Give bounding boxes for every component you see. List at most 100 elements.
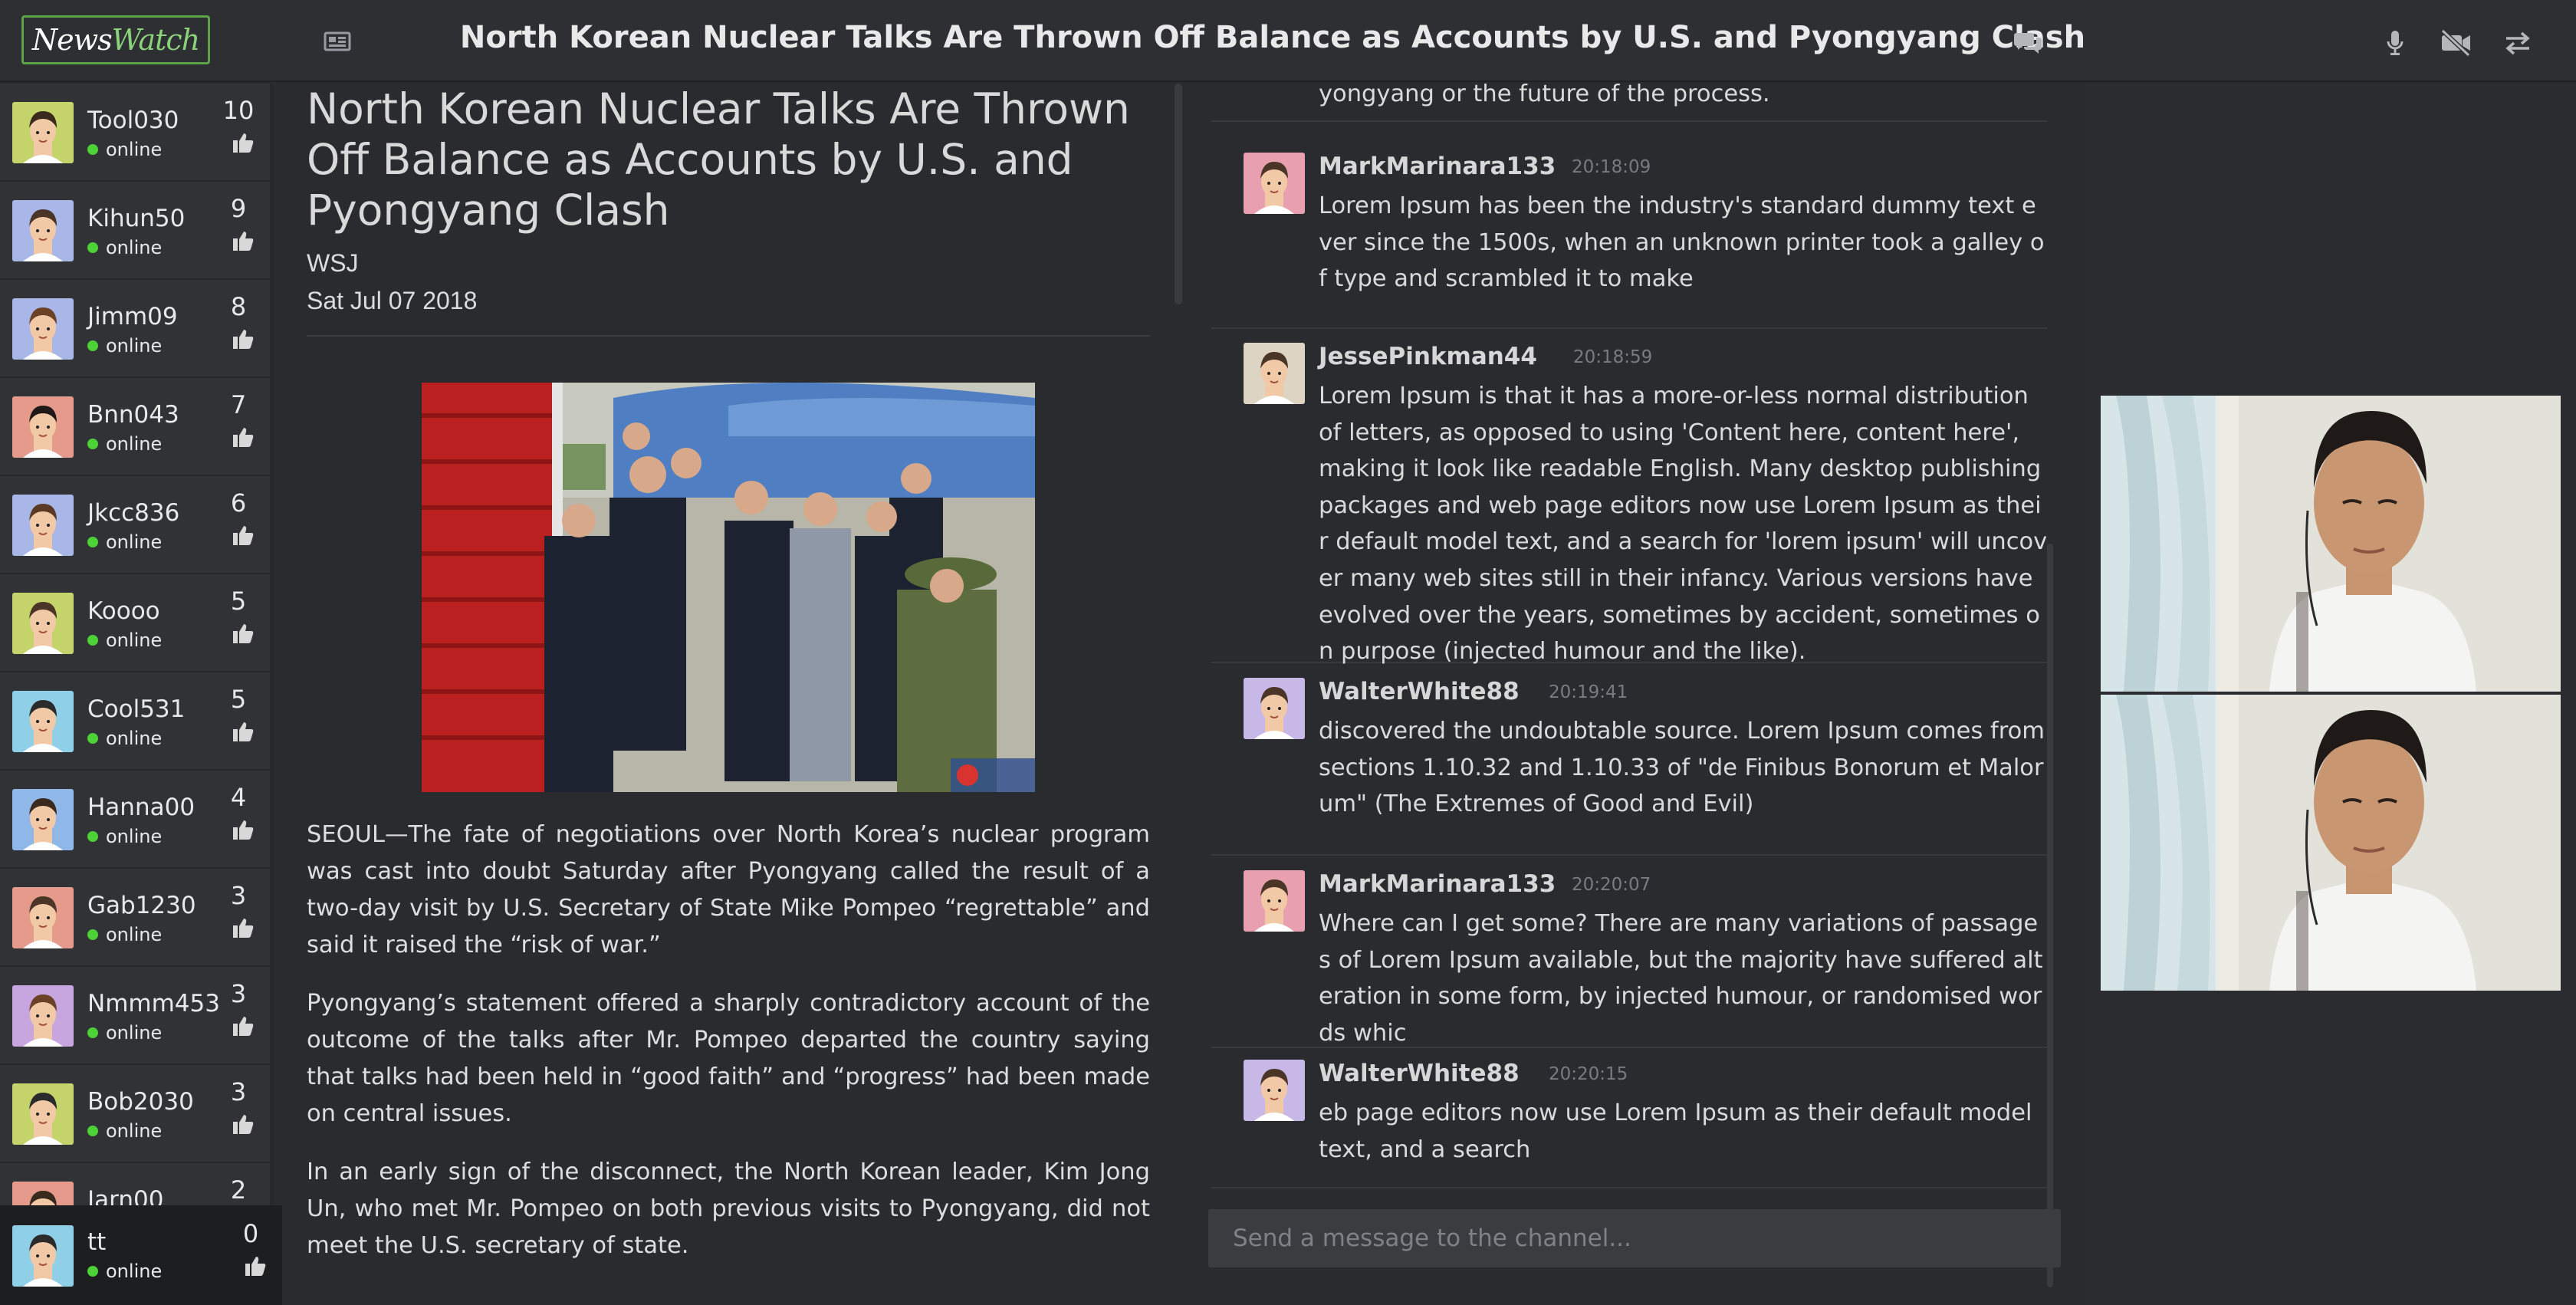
current-user-status: online [87,1261,162,1282]
message-text: eb page editors now use Lorem Ipsum as t… [1319,1100,2032,1163]
article-panel[interactable]: North Korean Nuclear Talks Are Thrown Of… [282,84,1187,1305]
online-dot [87,537,98,547]
user-list-item[interactable]: Cool531 online 5 [0,672,270,771]
user-name: Gab1230 [87,892,196,919]
online-dot [87,733,98,744]
online-dot [87,1027,98,1038]
avatar [1244,1060,1305,1121]
user-name: Nmmm453 [87,990,220,1017]
user-status: online [87,1120,162,1142]
user-list-item[interactable]: Kihun50 online 9 [0,182,270,280]
current-user-bar[interactable]: tt online 0 [0,1205,282,1305]
partial-message: yongyang or the future of the process. [1211,76,2047,122]
thumbs-up-icon[interactable] [232,916,255,943]
article-paragraph: In an early sign of the disconnect, the … [307,1159,1150,1259]
like-count: 3 [230,979,247,1008]
status-text: online [106,433,163,455]
like-count: 6 [230,488,247,518]
status-text: online [106,1120,163,1142]
thumbs-up-icon[interactable] [232,1113,255,1139]
like-count: 7 [230,390,247,419]
thumbs-up-icon[interactable] [232,622,255,649]
online-dot [87,242,98,253]
thumbs-up-icon[interactable] [244,1254,267,1281]
thumbs-up-icon[interactable] [232,131,255,158]
chat-panel[interactable]: yongyang or the future of the process. M… [1187,81,2085,1305]
user-list-item[interactable]: Nmmm453 online 3 [0,967,270,1065]
avatar [12,396,74,458]
user-status: online [87,629,162,651]
user-list-item[interactable]: Bob2030 online 3 [0,1065,270,1163]
swap-arrows-icon[interactable] [2501,28,2535,58]
microphone-icon[interactable] [2383,28,2407,58]
user-name: Jimm09 [87,303,178,330]
online-dot [87,831,98,842]
like-count: 3 [230,881,247,910]
user-name: Kihun50 [87,205,186,232]
news-icon[interactable] [322,28,353,55]
video-feed-local[interactable] [2101,695,2561,991]
message-time: 20:19:41 [1549,682,1628,702]
online-dot [87,929,98,940]
article-body: SEOUL—The fate of negotiations over Nort… [307,817,1150,1264]
status-text: online [106,629,163,651]
status-text: online [106,1261,163,1282]
message-time: 20:18:09 [1572,157,1651,177]
message-input[interactable] [1208,1209,2061,1267]
message-author[interactable]: WalterWhite88 [1319,678,1520,705]
user-status: online [87,924,162,945]
like-count: 8 [230,292,247,321]
message-author[interactable]: MarkMarinara133 [1319,153,1556,180]
thumbs-up-icon[interactable] [232,720,255,747]
user-list[interactable]: Tool030 online 10 Kihun50 online 9 Jimm09 onlin… [0,84,274,1205]
article-divider [307,335,1150,337]
article-paragraph: SEOUL—The fate of negotiations over Nort… [307,821,1150,958]
chat-message: MarkMarinara133 20:20:07 Where can I get s… [1211,870,2047,1048]
avatar [12,691,74,752]
thumbs-up-icon[interactable] [232,229,255,256]
message-author[interactable]: JessePinkman44 [1319,343,1537,370]
online-dot [87,1126,98,1136]
chat-bubbles-icon[interactable] [2012,28,2045,58]
avatar [12,887,74,948]
article-source: WSJ [307,249,359,277]
user-list-item[interactable]: Jarn00online2 [0,1163,270,1205]
avatar [12,1225,74,1287]
user-status: online [87,237,162,258]
like-count: 4 [230,783,247,812]
thumbs-up-icon[interactable] [232,524,255,551]
user-list-item[interactable]: Koooo online 5 [0,574,270,672]
avatar [1244,870,1305,932]
top-bar: NewsWatch North Korean Nuclear Talks Are… [0,0,2576,82]
camera-off-icon[interactable] [2438,28,2475,58]
message-time: 20:20:07 [1572,875,1651,895]
online-dot [87,635,98,646]
chat-message: JessePinkman44 20:18:59 Lorem Ipsum is tha… [1211,343,2047,665]
user-list-item[interactable]: Jkcc836 online 6 [0,476,270,574]
message-author[interactable]: MarkMarinara133 [1319,870,1556,898]
video-panel [2085,84,2576,1305]
thumbs-up-icon[interactable] [232,818,255,845]
article-photo [422,383,1035,792]
user-list-item[interactable]: Hanna00 online 4 [0,771,270,869]
user-name: Koooo [87,597,160,625]
user-name: Tool030 [87,107,179,134]
status-text: online [106,139,163,160]
message-text: Lorem Ipsum has been the industry's stan… [1319,192,2045,293]
thumbs-up-icon[interactable] [232,327,255,354]
current-user-name: tt [87,1228,107,1256]
video-feed-remote[interactable] [2101,396,2561,692]
like-count: 5 [230,587,247,616]
app-logo[interactable]: NewsWatch [21,15,210,64]
message-author[interactable]: WalterWhite88 [1319,1060,1520,1087]
article-scrollbar[interactable] [1175,84,1182,304]
user-list-item[interactable]: Tool030 online 10 [0,84,270,182]
chat-message: MarkMarinara133 20:18:09 Lorem Ipsum has b… [1211,153,2047,329]
user-status: online [87,826,162,847]
user-list-item[interactable]: Jimm09 online 8 [0,280,270,378]
thumbs-up-icon[interactable] [232,426,255,452]
thumbs-up-icon[interactable] [232,1014,255,1041]
user-list-item[interactable]: Bnn043 online 7 [0,378,270,476]
logo-text-watch: Watch [111,23,200,57]
user-list-item[interactable]: Gab1230 online 3 [0,869,270,967]
